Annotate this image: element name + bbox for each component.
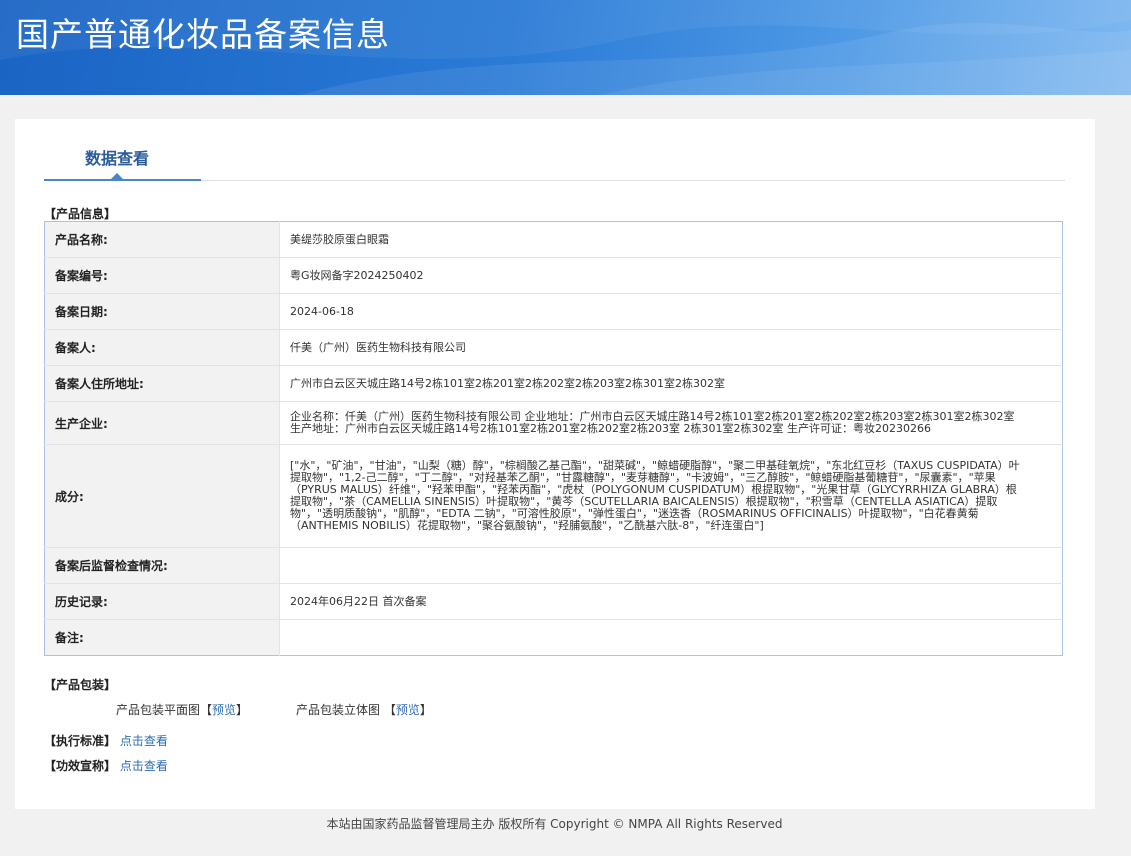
- bracket-close: 】: [236, 703, 249, 717]
- row-label: 备案日期:: [44, 293, 280, 330]
- standard-view-link[interactable]: 点击查看: [120, 734, 168, 748]
- row-label: 成分:: [44, 444, 280, 548]
- table-row: 产品名称: 美缇莎胶原蛋白眼霜: [44, 221, 1063, 258]
- page-title: 国产普通化妆品备案信息: [16, 15, 390, 54]
- registrant-address-value: 广州市白云区天城庄路14号2栋101室2栋201室2栋202室2栋203室2栋3…: [279, 365, 1063, 402]
- package-solid-label: 产品包装立体图: [296, 703, 381, 717]
- content-card: 数据查看 【产品信息】 产品名称: 美缇莎胶原蛋白眼霜 备案编号: 粤G妆网备字…: [15, 119, 1095, 809]
- table-row: 备案编号: 粤G妆网备字2024250402: [44, 257, 1063, 294]
- remarks-value: [280, 620, 1063, 656]
- packaging-title: 【产品包装】: [44, 678, 117, 692]
- ingredients-value: ["水"，"矿油"，"甘油"，"山梨（糖）醇"，"棕榈酸乙基己酯"，"甜菜碱"，…: [279, 444, 1063, 548]
- page-footer: 本站由国家药品监督管理局主办 版权所有 Copyright © NMPA All…: [326, 817, 783, 831]
- row-label: 备案人住所地址:: [44, 365, 280, 402]
- row-label: 备案人:: [44, 329, 280, 366]
- row-label: 历史记录:: [44, 583, 280, 620]
- standard-title: 【执行标准】: [44, 734, 117, 748]
- record-date-value: 2024-06-18: [279, 293, 1063, 330]
- table-row: 生产企业: 企业名称：仟美（广州）医药生物科技有限公司 企业地址：广州市白云区天…: [44, 401, 1063, 445]
- manufacturer-value: 企业名称：仟美（广州）医药生物科技有限公司 企业地址：广州市白云区天城庄路14号…: [279, 401, 1063, 445]
- product-name-value: 美缇莎胶原蛋白眼霜: [279, 221, 1063, 258]
- row-label: 生产企业:: [44, 401, 280, 445]
- tab-data-view-label: 数据查看: [85, 149, 150, 168]
- table-row: 备案人住所地址: 广州市白云区天城庄路14号2栋101室2栋201室2栋202室…: [44, 365, 1063, 402]
- standard-item: 【执行标准】 点击查看: [44, 732, 168, 749]
- product-info-title: 【产品信息】: [44, 207, 117, 221]
- page-header: 国产普通化妆品备案信息: [0, 0, 1131, 95]
- tab-data-view[interactable]: 数据查看: [44, 119, 201, 182]
- package-solid-preview-link[interactable]: 预览: [396, 703, 420, 717]
- table-row: 备注:: [44, 619, 1063, 656]
- table-row: 成分: ["水"，"矿油"，"甘油"，"山梨（糖）醇"，"棕榈酸乙基己酯"，"甜…: [44, 444, 1063, 548]
- table-row: 备案日期: 2024-06-18: [44, 293, 1063, 330]
- table-row: 备案后监督检查情况:: [44, 547, 1063, 584]
- history-value: 2024年06月22日 首次备案: [279, 583, 1063, 620]
- row-label: 备案后监督检查情况:: [44, 547, 280, 584]
- row-label: 备案编号:: [44, 257, 280, 294]
- bracket-open: 【: [383, 703, 396, 717]
- efficacy-item: 【功效宣称】 点击查看: [44, 757, 168, 774]
- package-flat-preview-link[interactable]: 预览: [212, 703, 236, 717]
- efficacy-view-link[interactable]: 点击查看: [120, 759, 168, 773]
- tab-bar: 数据查看: [44, 119, 1065, 182]
- efficacy-title: 【功效宣称】: [44, 759, 117, 773]
- row-label: 产品名称:: [44, 221, 280, 258]
- supervision-value: [279, 547, 1063, 584]
- registrant-value: 仟美（广州）医药生物科技有限公司: [279, 329, 1063, 366]
- table-row: 备案人: 仟美（广州）医药生物科技有限公司: [44, 329, 1063, 366]
- product-info-table: 产品名称: 美缇莎胶原蛋白眼霜 备案编号: 粤G妆网备字2024250402 备…: [44, 221, 1063, 656]
- row-label: 备注:: [44, 619, 280, 656]
- tab-underline: [44, 179, 201, 181]
- record-number-value: 粤G妆网备字2024250402: [279, 257, 1063, 294]
- package-solid-item: 产品包装立体图 【预览】: [296, 701, 432, 718]
- bracket-close: 】: [419, 703, 432, 717]
- package-flat-item: 产品包装平面图【预览】: [116, 701, 248, 718]
- table-row: 历史记录: 2024年06月22日 首次备案: [44, 583, 1063, 620]
- bracket-open: 【: [200, 703, 213, 717]
- package-flat-label: 产品包装平面图: [116, 703, 201, 717]
